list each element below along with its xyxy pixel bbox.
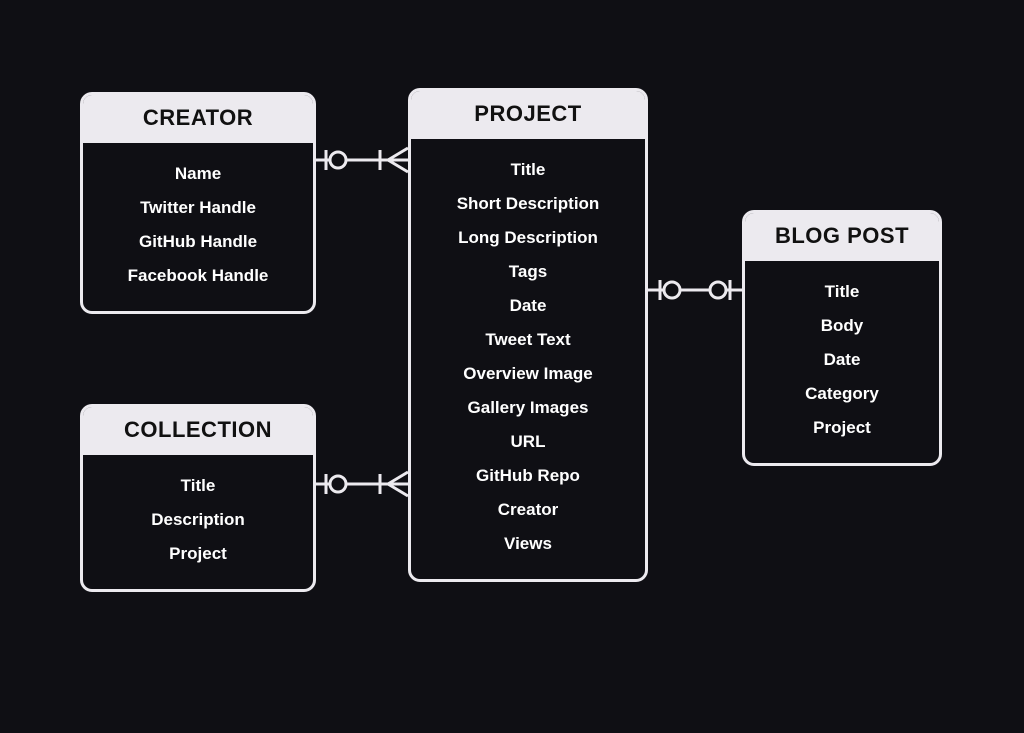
relationship-project-blogpost	[648, 280, 742, 300]
entity-blogpost-body: Title Body Date Category Project	[745, 261, 939, 463]
entity-project-header: PROJECT	[411, 91, 645, 139]
field: Description	[93, 503, 303, 537]
entity-blogpost-header: BLOG POST	[745, 213, 939, 261]
field: GitHub Repo	[421, 459, 635, 493]
entity-project-body: Title Short Description Long Description…	[411, 139, 645, 579]
field: Short Description	[421, 187, 635, 221]
relationship-creator-project	[316, 148, 408, 172]
entity-collection-header: COLLECTION	[83, 407, 313, 455]
field: Title	[421, 153, 635, 187]
field: GitHub Handle	[93, 225, 303, 259]
field: URL	[421, 425, 635, 459]
field: Name	[93, 157, 303, 191]
field: Facebook Handle	[93, 259, 303, 293]
field: Date	[421, 289, 635, 323]
field: Body	[755, 309, 929, 343]
field: Overview Image	[421, 357, 635, 391]
relationship-collection-project	[316, 472, 408, 496]
field: Tweet Text	[421, 323, 635, 357]
entity-creator-header: CREATOR	[83, 95, 313, 143]
entity-creator: CREATOR Name Twitter Handle GitHub Handl…	[80, 92, 316, 314]
field: Title	[93, 469, 303, 503]
entity-blogpost: BLOG POST Title Body Date Category Proje…	[742, 210, 942, 466]
entity-collection-body: Title Description Project	[83, 455, 313, 589]
field: Project	[755, 411, 929, 445]
field: Category	[755, 377, 929, 411]
field: Title	[755, 275, 929, 309]
field: Twitter Handle	[93, 191, 303, 225]
field: Long Description	[421, 221, 635, 255]
entity-creator-body: Name Twitter Handle GitHub Handle Facebo…	[83, 143, 313, 311]
field: Gallery Images	[421, 391, 635, 425]
entity-collection: COLLECTION Title Description Project	[80, 404, 316, 592]
entity-project: PROJECT Title Short Description Long Des…	[408, 88, 648, 582]
field: Project	[93, 537, 303, 571]
field: Date	[755, 343, 929, 377]
field: Creator	[421, 493, 635, 527]
field: Tags	[421, 255, 635, 289]
field: Views	[421, 527, 635, 561]
